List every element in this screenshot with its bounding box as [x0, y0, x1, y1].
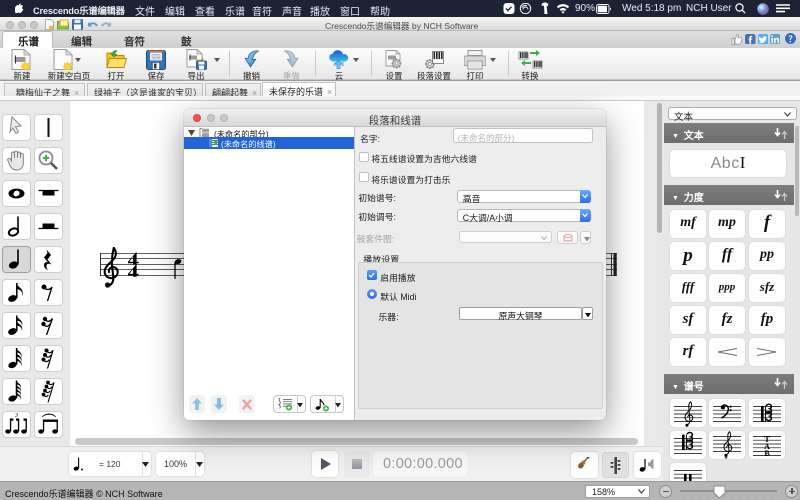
svg-text:B: B [764, 449, 770, 458]
svg-text:3: 3 [14, 413, 18, 419]
